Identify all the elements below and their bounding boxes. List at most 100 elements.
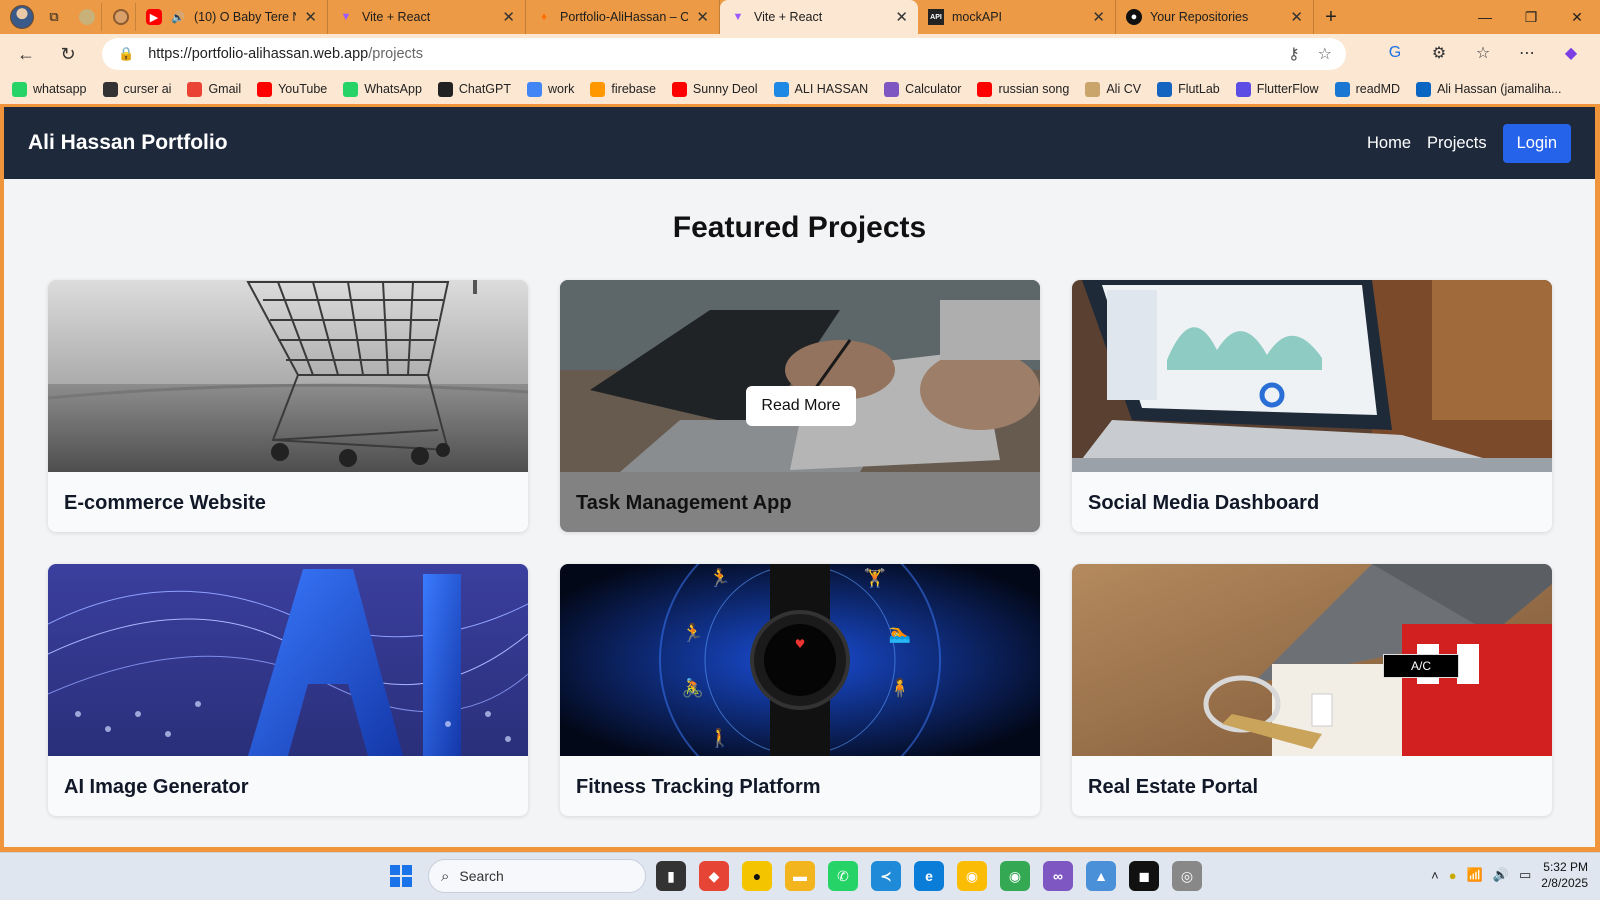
workspaces-icon[interactable]: ⧉ bbox=[40, 3, 68, 31]
tray-app-icon[interactable]: ● bbox=[1449, 868, 1457, 883]
svg-text:🚴: 🚴 bbox=[682, 677, 704, 699]
bookmark-label: Gmail bbox=[208, 82, 242, 96]
back-arrow-icon[interactable]: ← bbox=[8, 38, 44, 70]
new-tab-button[interactable]: + bbox=[1314, 6, 1348, 29]
address-toolbar: ← ↻ 🔒 https://portfolio-alihassan.web.ap… bbox=[0, 34, 1600, 74]
file-explorer-icon[interactable]: ▮ bbox=[656, 861, 686, 891]
bookmark-item[interactable]: readMD bbox=[1334, 81, 1400, 97]
bookmark-item[interactable]: FlutLab bbox=[1157, 81, 1220, 97]
anydesk-icon[interactable]: ◆ bbox=[699, 861, 729, 891]
wifi-icon[interactable]: 📶 bbox=[1467, 867, 1483, 883]
extensions-icon[interactable]: ⚙ bbox=[1424, 38, 1454, 68]
start-windows-icon[interactable] bbox=[390, 865, 412, 887]
favorites-icon[interactable]: ☆ bbox=[1468, 38, 1498, 68]
bookmark-label: Ali Hassan (jamaliha... bbox=[1437, 82, 1562, 96]
project-card-task-management[interactable]: Read More Task Management App bbox=[560, 280, 1040, 532]
pinned-tab-2[interactable] bbox=[106, 3, 136, 31]
bookmark-label: Ali CV bbox=[1106, 82, 1142, 96]
volume-icon[interactable]: 🔊 bbox=[1493, 867, 1509, 883]
bookmark-label: whatsapp bbox=[33, 82, 87, 96]
svg-text:🚶: 🚶 bbox=[709, 727, 731, 749]
github-desktop-icon[interactable]: ◎ bbox=[1172, 861, 1202, 891]
bookmark-item[interactable]: WhatsApp bbox=[343, 81, 422, 97]
close-icon[interactable]: ✕ bbox=[304, 8, 317, 26]
bookmark-item[interactable]: firebase bbox=[590, 81, 656, 97]
bookmark-icon bbox=[527, 81, 543, 97]
project-card-real-estate[interactable]: Real Estate Portal bbox=[1072, 564, 1552, 816]
bookmark-label: work bbox=[548, 82, 575, 96]
app-icon[interactable]: ◼ bbox=[1129, 861, 1159, 891]
chat-app-icon[interactable]: ● bbox=[742, 861, 772, 891]
nav-projects-link[interactable]: Projects bbox=[1427, 134, 1487, 153]
bookmark-item[interactable]: whatsapp bbox=[12, 81, 87, 97]
bookmark-item[interactable]: FlutterFlow bbox=[1235, 81, 1319, 97]
project-card-ecommerce[interactable]: E-commerce Website bbox=[48, 280, 528, 532]
bookmark-item[interactable]: Calculator bbox=[884, 81, 961, 97]
tab-github[interactable]: ● Your Repositories ✕ bbox=[1116, 0, 1314, 34]
bookmark-item[interactable]: Ali CV bbox=[1085, 81, 1142, 97]
clock[interactable]: 5:32 PM 2/8/2025 bbox=[1541, 859, 1588, 891]
shopping-cart-image bbox=[48, 280, 528, 472]
chrome-icon[interactable]: ◉ bbox=[957, 861, 987, 891]
tab-mockapi[interactable]: API mockAPI ✕ bbox=[918, 0, 1116, 34]
whatsapp-icon[interactable]: ✆ bbox=[828, 861, 858, 891]
taskbar-search-input[interactable]: ⌕ Search bbox=[428, 859, 646, 893]
folder-icon[interactable]: ▬ bbox=[785, 861, 815, 891]
close-window-icon[interactable]: ✕ bbox=[1554, 0, 1600, 34]
visual-studio-icon[interactable]: ∞ bbox=[1043, 861, 1073, 891]
mockapi-icon: API bbox=[928, 9, 944, 25]
tab-vite-react-active[interactable]: ▼ Vite + React ✕ bbox=[720, 0, 918, 34]
key-icon[interactable]: ⚷ bbox=[1288, 44, 1300, 64]
close-icon[interactable]: ✕ bbox=[895, 8, 908, 26]
svg-text:🏋: 🏋 bbox=[864, 567, 886, 589]
bookmark-item[interactable]: Gmail bbox=[187, 81, 242, 97]
close-icon[interactable]: ✕ bbox=[502, 8, 515, 26]
bookmark-item[interactable]: Ali Hassan (jamaliha... bbox=[1416, 81, 1562, 97]
chrome-profile-icon[interactable]: ◉ bbox=[1000, 861, 1030, 891]
speaker-icon[interactable]: 🔊 bbox=[170, 9, 186, 25]
bookmark-item[interactable]: work bbox=[527, 81, 575, 97]
project-card-ai-image[interactable]: AI Image Generator bbox=[48, 564, 528, 816]
restore-icon[interactable]: ❐ bbox=[1508, 0, 1554, 34]
lock-icon[interactable]: 🔒 bbox=[118, 46, 134, 62]
project-card-social-dashboard[interactable]: Social Media Dashboard bbox=[1072, 280, 1552, 532]
more-menu-icon[interactable]: ⋯ bbox=[1512, 38, 1542, 68]
tab-title: mockAPI bbox=[952, 10, 1003, 24]
bookmark-icon bbox=[343, 81, 359, 97]
star-icon[interactable]: ☆ bbox=[1318, 44, 1332, 64]
bookmark-item[interactable]: ChatGPT bbox=[437, 81, 511, 97]
close-icon[interactable]: ✕ bbox=[1092, 8, 1105, 26]
pinned-tab-1[interactable] bbox=[72, 3, 102, 31]
project-card-fitness[interactable]: ♥ 🏃 🏋 🏃 🏊 🚴 🧍 🚶 Fitness Tracking Platform bbox=[560, 564, 1040, 816]
close-icon[interactable]: ✕ bbox=[696, 8, 709, 26]
edge-icon[interactable]: e bbox=[914, 861, 944, 891]
login-button[interactable]: Login bbox=[1502, 123, 1571, 163]
svg-text:🧍: 🧍 bbox=[889, 677, 911, 699]
battery-icon[interactable]: ▭ bbox=[1519, 867, 1531, 883]
photos-icon[interactable]: ▲ bbox=[1086, 861, 1116, 891]
url-path: /projects bbox=[368, 46, 424, 62]
refresh-icon[interactable]: ↻ bbox=[50, 38, 86, 70]
bookmark-item[interactable]: curser ai bbox=[102, 81, 171, 97]
address-bar[interactable]: 🔒 https://portfolio-alihassan.web.app/pr… bbox=[102, 38, 1346, 70]
translate-icon[interactable]: G bbox=[1380, 38, 1410, 68]
copilot-icon[interactable]: ◆ bbox=[1556, 38, 1586, 68]
bookmark-icon bbox=[1157, 81, 1173, 97]
tab-firebase[interactable]: ♦ Portfolio-AliHassan – Overview ✕ bbox=[526, 0, 720, 34]
windows-taskbar: ⌕ Search ▮ ◆ ● ▬ ✆ ≺ e ◉ ◉ ∞ ▲ ◼ ◎ ˄ ● 📶… bbox=[0, 852, 1600, 900]
bookmark-item[interactable]: Sunny Deol bbox=[671, 81, 758, 97]
tab-vite-react-1[interactable]: ▼ Vite + React ✕ bbox=[328, 0, 526, 34]
vite-icon: ▼ bbox=[340, 11, 352, 23]
nav-home-link[interactable]: Home bbox=[1367, 134, 1411, 153]
site-brand[interactable]: Ali Hassan Portfolio bbox=[28, 131, 228, 155]
bookmark-item[interactable]: ALI HASSAN bbox=[773, 81, 868, 97]
profile-avatar-button[interactable] bbox=[8, 3, 36, 31]
bookmark-item[interactable]: russian song bbox=[977, 81, 1069, 97]
read-more-button[interactable]: Read More bbox=[746, 386, 856, 426]
minimize-icon[interactable]: — bbox=[1462, 0, 1508, 34]
tab-youtube[interactable]: ▶ 🔊 (10) O Baby Tere Nain ✕ bbox=[136, 0, 328, 34]
vscode-icon[interactable]: ≺ bbox=[871, 861, 901, 891]
chevron-up-icon[interactable]: ˄ bbox=[1431, 868, 1439, 883]
close-icon[interactable]: ✕ bbox=[1290, 8, 1303, 26]
bookmark-item[interactable]: YouTube bbox=[257, 81, 327, 97]
